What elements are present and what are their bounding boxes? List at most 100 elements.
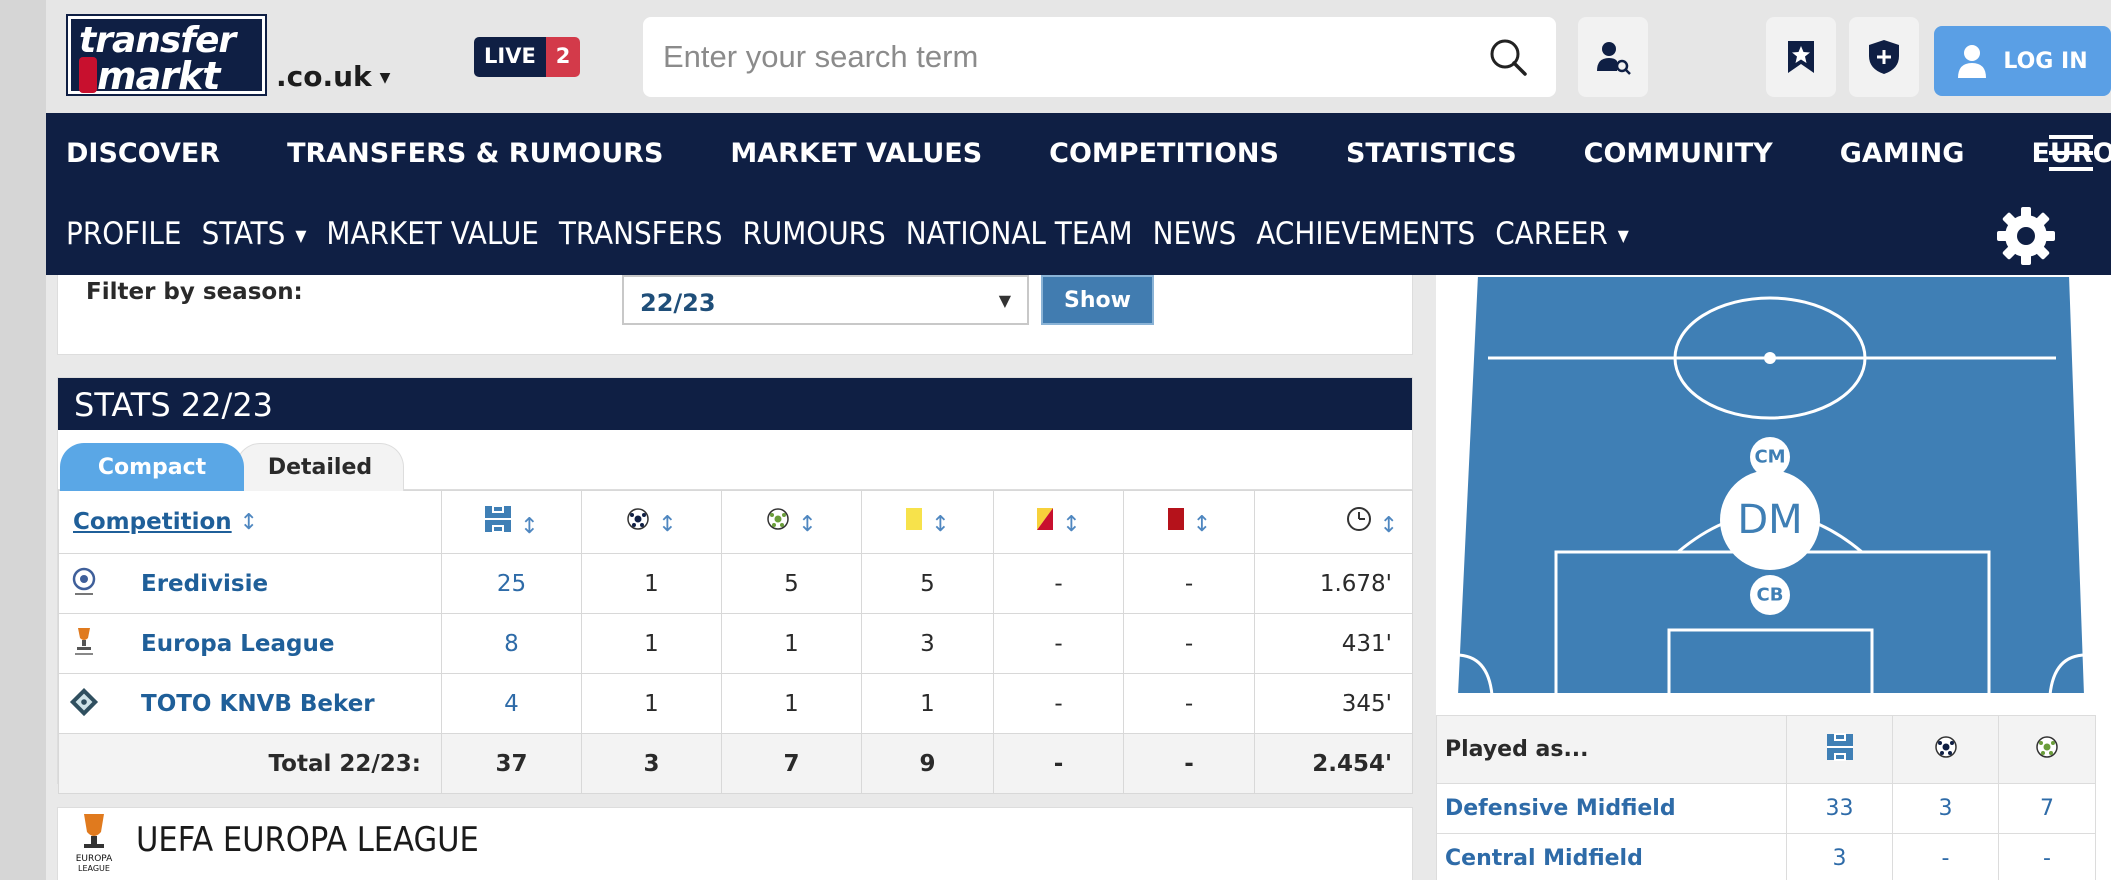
minutes-column-header[interactable]: ↕ xyxy=(1254,490,1413,554)
total-red: - xyxy=(1123,733,1255,794)
shield-plus-icon xyxy=(1869,40,1899,74)
hamburger-menu-icon[interactable] xyxy=(2049,135,2093,175)
stats-panel: STATS 22/23 Detailed Compact Competition… xyxy=(57,377,1413,794)
apps-value[interactable]: 3 xyxy=(1786,833,1893,880)
pitch-appearances-icon xyxy=(1826,732,1853,761)
nav-community[interactable]: COMMUNITY xyxy=(1584,138,1773,169)
apps-value[interactable]: 25 xyxy=(441,553,582,614)
apps-value[interactable]: 4 xyxy=(441,673,582,734)
competition-name: Eredivisie xyxy=(141,570,269,597)
total-minutes: 2.454' xyxy=(1254,733,1413,794)
competition-link[interactable]: Europa League xyxy=(58,613,442,674)
nav-gaming[interactable]: GAMING xyxy=(1840,138,1965,169)
position-link[interactable]: Defensive Midfield xyxy=(1436,783,1787,834)
site-header: transfer markt .co.uk ▼ LIVE 2 Enter you… xyxy=(46,0,2111,113)
football-assist-icon xyxy=(767,508,790,530)
apps-value[interactable]: 33 xyxy=(1786,783,1893,834)
tab-compact[interactable]: Compact xyxy=(60,443,244,491)
main-navigation: DISCOVER TRANSFERS & RUMOURS MARKET VALU… xyxy=(46,113,2111,193)
subnav-career[interactable]: CAREER ▼ xyxy=(1495,216,1629,252)
goals-value: 1 xyxy=(581,553,722,614)
europa-league-logo-icon xyxy=(69,626,99,658)
goals-column-header[interactable]: ↕ xyxy=(581,490,722,554)
domain-selector[interactable]: .co.uk ▼ xyxy=(276,60,390,93)
bookmark-button[interactable] xyxy=(1766,17,1836,97)
subnav-rumours[interactable]: RUMOURS xyxy=(742,216,885,252)
second-yellow-value: - xyxy=(993,673,1124,734)
tab-detailed[interactable]: Detailed xyxy=(236,443,404,491)
goals-value: - xyxy=(1892,833,1999,880)
second-yellow-column-header[interactable]: ↕ xyxy=(993,490,1124,554)
season-select-value: 22/23 xyxy=(640,289,716,317)
secondary-position-bottom: CB xyxy=(1756,584,1784,606)
subnav-achievements[interactable]: ACHIEVEMENTS xyxy=(1256,216,1475,252)
sort-icon: ↕ xyxy=(1379,513,1398,538)
football-assist-icon xyxy=(2036,735,2058,758)
subnav-transfers[interactable]: TRANSFERS xyxy=(559,216,723,252)
login-button[interactable]: LOG IN xyxy=(1934,26,2111,96)
total-assists: 7 xyxy=(721,733,862,794)
football-goal-icon xyxy=(627,508,650,530)
left-gutter xyxy=(0,0,46,880)
live-ticker-button[interactable]: LIVE 2 xyxy=(474,37,581,77)
gear-icon[interactable] xyxy=(1995,205,2057,267)
competition-name: TOTO KNVB Beker xyxy=(141,690,375,717)
logo-figure-icon xyxy=(79,57,97,93)
assists-value: 1 xyxy=(721,673,862,734)
subnav-market-value[interactable]: MARKET VALUE xyxy=(326,216,539,252)
goals-column-header xyxy=(1892,715,1999,784)
total-yellow: 9 xyxy=(861,733,994,794)
played-as-panel: Played as... Defensive Midfield 33 3 7 C… xyxy=(1436,715,2111,880)
svg-text:LEAGUE: LEAGUE xyxy=(78,864,110,873)
appearances-column-header xyxy=(1786,715,1893,784)
add-club-button[interactable] xyxy=(1849,17,1919,97)
season-select[interactable]: 22/23 ▼ xyxy=(622,275,1029,325)
logo-text-line2: markt xyxy=(97,54,220,98)
table-row: Central Midfield 3 - - xyxy=(1436,833,2096,880)
subnav-news[interactable]: NEWS xyxy=(1153,216,1237,252)
red-cards-column-header[interactable]: ↕ xyxy=(1123,490,1255,554)
search-icon[interactable] xyxy=(1488,37,1528,77)
apps-value[interactable]: 8 xyxy=(441,613,582,674)
football-goal-icon xyxy=(1934,735,1957,758)
player-search-button[interactable] xyxy=(1578,17,1648,97)
nav-market-values[interactable]: MARKET VALUES xyxy=(730,138,982,169)
secondary-position-top: CM xyxy=(1754,446,1786,468)
subnav-national-team[interactable]: NATIONAL TEAM xyxy=(906,216,1133,252)
total-goals: 3 xyxy=(581,733,722,794)
competition-link[interactable]: TOTO KNVB Beker xyxy=(58,673,442,734)
competition-name: Europa League xyxy=(141,630,335,657)
yellow-cards-column-header[interactable]: ↕ xyxy=(861,490,994,554)
goals-value: 1 xyxy=(581,673,722,734)
subnav-profile[interactable]: PROFILE xyxy=(66,216,182,252)
assists-column-header[interactable]: ↕ xyxy=(721,490,862,554)
competition-column-header[interactable]: Competition ↕ xyxy=(58,490,442,554)
position-link[interactable]: Central Midfield xyxy=(1436,833,1787,880)
sort-icon: ↕ xyxy=(798,512,817,537)
chevron-down-icon: ▼ xyxy=(379,70,391,86)
subnav-stats[interactable]: STATS ▼ xyxy=(202,216,307,252)
stats-view-tabs: Detailed Compact xyxy=(58,430,1412,491)
played-as-label: Played as... xyxy=(1436,715,1787,784)
nav-competitions[interactable]: COMPETITIONS xyxy=(1049,138,1279,169)
sort-icon: ↕ xyxy=(1192,512,1212,537)
competition-link[interactable]: Eredivisie xyxy=(58,553,442,614)
search-input[interactable] xyxy=(643,17,1463,97)
live-label: LIVE xyxy=(474,37,546,77)
assists-value: 7 xyxy=(1998,783,2096,834)
minutes-value: 345' xyxy=(1254,673,1413,734)
appearances-column-header[interactable]: ↕ xyxy=(441,490,582,554)
show-button[interactable]: Show xyxy=(1041,275,1154,325)
sort-icon: ↕ xyxy=(1062,512,1081,537)
season-filter-panel: Filter by season: 22/23 ▼ Show xyxy=(57,275,1413,355)
nav-transfers-rumours[interactable]: TRANSFERS & RUMOURS xyxy=(287,138,663,169)
transfermarkt-logo[interactable]: transfer markt xyxy=(66,14,267,98)
bookmark-star-icon xyxy=(1788,41,1814,73)
minutes-value: 431' xyxy=(1254,613,1413,674)
nav-discover[interactable]: DISCOVER xyxy=(66,138,220,169)
player-subnavigation: PROFILE STATS ▼ MARKET VALUE TRANSFERS RU… xyxy=(46,193,2111,275)
live-count-badge: 2 xyxy=(545,37,581,77)
nav-statistics[interactable]: STATISTICS xyxy=(1346,138,1517,169)
played-as-table: Played as... Defensive Midfield 33 3 7 C… xyxy=(1436,715,2096,880)
user-icon xyxy=(1958,45,1987,78)
